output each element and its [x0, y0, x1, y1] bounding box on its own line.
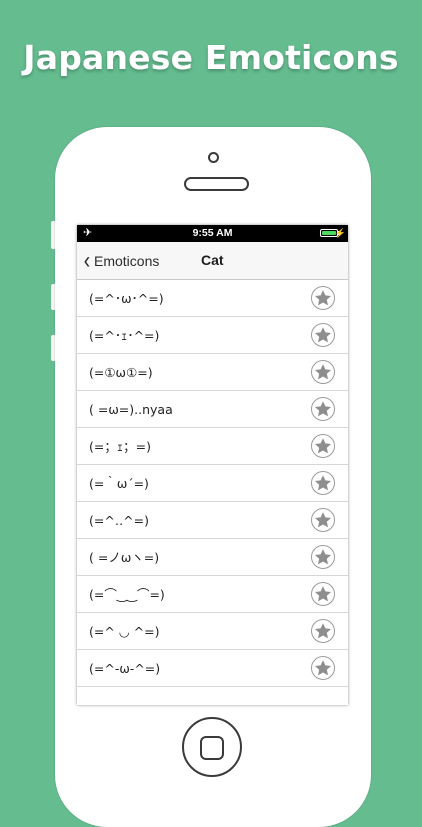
emoticon-list: (=^･ω･^=) (=^･ｪ･^=) (=①ω①=) ( =ω=)..nyaa (=；… — [77, 280, 348, 687]
charging-bolt-icon: ⚡ — [334, 228, 346, 238]
emoticon-text: (=^ ◡ ^=) — [89, 624, 160, 639]
favorite-star-icon[interactable] — [311, 656, 335, 680]
favorite-star-icon[interactable] — [311, 471, 335, 495]
status-bar: ✈ 9:55 AM ⚡ — [77, 225, 348, 242]
emoticon-row[interactable]: (=｀ω´=) — [77, 465, 348, 502]
favorite-star-icon[interactable] — [311, 286, 335, 310]
emoticon-text: (=^･ω･^=) — [89, 291, 164, 306]
favorite-star-icon[interactable] — [311, 582, 335, 606]
favorite-star-icon[interactable] — [311, 397, 335, 421]
emoticon-text: (=｀ω´=) — [89, 476, 149, 491]
emoticon-text: (=①ω①=) — [89, 365, 153, 380]
back-button-label: Emoticons — [94, 252, 160, 269]
favorite-star-icon[interactable] — [311, 434, 335, 458]
phone-speaker — [184, 177, 249, 191]
emoticon-row[interactable]: (=；ｪ；=) — [77, 428, 348, 465]
emoticon-row[interactable]: (=^-ω-^=) — [77, 650, 348, 687]
status-time: 9:55 AM — [192, 227, 233, 239]
emoticon-text: ( =ω=)..nyaa — [89, 402, 173, 417]
emoticon-row[interactable]: (=^･ｪ･^=) — [77, 317, 348, 354]
favorite-star-icon[interactable] — [311, 323, 335, 347]
favorite-star-icon[interactable] — [311, 508, 335, 532]
app-headline: Japanese Emoticons — [23, 38, 399, 77]
emoticon-row[interactable]: ( =ω=)..nyaa — [77, 391, 348, 428]
emoticon-row[interactable]: (=①ω①=) — [77, 354, 348, 391]
phone-screen: ✈ 9:55 AM ⚡ ‹ Emoticons Cat (=^･ω･^=) (=^… — [77, 225, 348, 705]
emoticon-row[interactable]: (=⌒‿‿⌒=) — [77, 576, 348, 613]
emoticon-row[interactable]: ( =ノωヽ=) — [77, 539, 348, 576]
page-title: Cat — [201, 252, 224, 268]
emoticon-text: (=⌒‿‿⌒=) — [89, 587, 165, 602]
emoticon-row[interactable]: (=^‥^=) — [77, 502, 348, 539]
navigation-bar: ‹ Emoticons Cat — [77, 242, 348, 280]
emoticon-row[interactable]: (=^･ω･^=) — [77, 280, 348, 317]
emoticon-text: (=^-ω-^=) — [89, 661, 161, 676]
emoticon-text: ( =ノωヽ=) — [89, 550, 160, 565]
chevron-left-icon: ‹ — [83, 247, 91, 274]
emoticon-row[interactable]: (=^ ◡ ^=) — [77, 613, 348, 650]
favorite-star-icon[interactable] — [311, 619, 335, 643]
favorite-star-icon[interactable] — [311, 545, 335, 569]
emoticon-text: (=；ｪ；=) — [89, 439, 151, 454]
emoticon-text: (=^‥^=) — [89, 513, 149, 528]
back-button[interactable]: ‹ Emoticons — [83, 242, 160, 279]
emoticon-text: (=^･ｪ･^=) — [89, 328, 160, 343]
phone-camera — [208, 152, 219, 163]
home-button-square-icon — [200, 736, 224, 760]
favorite-star-icon[interactable] — [311, 360, 335, 384]
